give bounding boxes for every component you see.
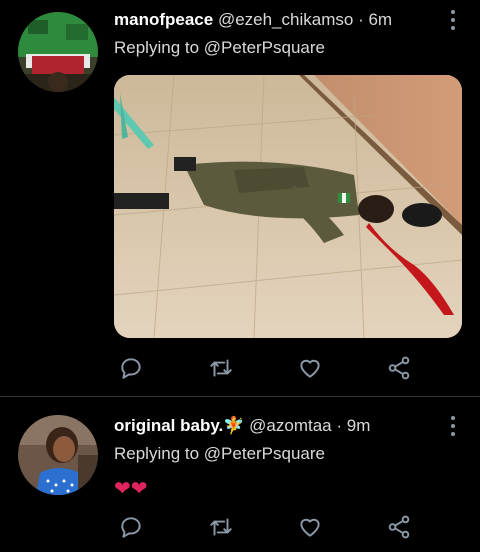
reply-icon[interactable] xyxy=(118,514,144,540)
tweet-2[interactable]: original baby.🧚 @azomtaa · 9m Replying t… xyxy=(0,397,480,552)
timestamp[interactable]: 6m xyxy=(368,10,392,29)
replying-to: Replying to @PeterPsquare xyxy=(114,37,325,59)
tweet-actions xyxy=(114,355,414,381)
avatar-image xyxy=(18,12,98,92)
share-icon[interactable] xyxy=(386,514,412,540)
tweet-1[interactable]: manofpeace @ezeh_chikamso · 6m Replying … xyxy=(0,0,480,396)
more-icon[interactable] xyxy=(450,10,456,34)
reply-icon[interactable] xyxy=(118,355,144,381)
replying-to: Replying to @PeterPsquare xyxy=(114,443,325,465)
media-photo xyxy=(114,75,462,338)
user-handle[interactable]: @ezeh_chikamso xyxy=(218,10,353,29)
retweet-icon[interactable] xyxy=(208,355,234,381)
more-icon[interactable] xyxy=(450,416,456,440)
share-icon[interactable] xyxy=(386,355,412,381)
avatar[interactable] xyxy=(18,415,98,495)
tweet-header: manofpeace @ezeh_chikamso · 6m xyxy=(114,9,392,31)
fairy-emoji: 🧚 xyxy=(223,416,245,435)
display-name[interactable]: original baby. xyxy=(114,416,223,435)
timestamp[interactable]: 9m xyxy=(347,416,371,435)
user-handle[interactable]: @azomtaa xyxy=(249,416,331,435)
tweet-actions xyxy=(114,514,414,540)
retweet-icon[interactable] xyxy=(208,514,234,540)
display-name[interactable]: manofpeace xyxy=(114,10,213,29)
mention-link[interactable]: @PeterPsquare xyxy=(204,38,325,57)
separator: · xyxy=(336,416,343,435)
tweet-media-image[interactable] xyxy=(114,75,462,338)
mention-link[interactable]: @PeterPsquare xyxy=(204,444,325,463)
replying-prefix: Replying to xyxy=(114,38,200,57)
replying-prefix: Replying to xyxy=(114,444,200,463)
separator: · xyxy=(358,10,364,29)
like-icon[interactable] xyxy=(297,514,323,540)
like-icon[interactable] xyxy=(297,355,323,381)
tweet-text: ❤❤ xyxy=(114,478,148,500)
avatar-image xyxy=(18,415,98,495)
avatar[interactable] xyxy=(18,12,98,92)
tweet-header: original baby.🧚 @azomtaa · 9m xyxy=(114,415,370,437)
